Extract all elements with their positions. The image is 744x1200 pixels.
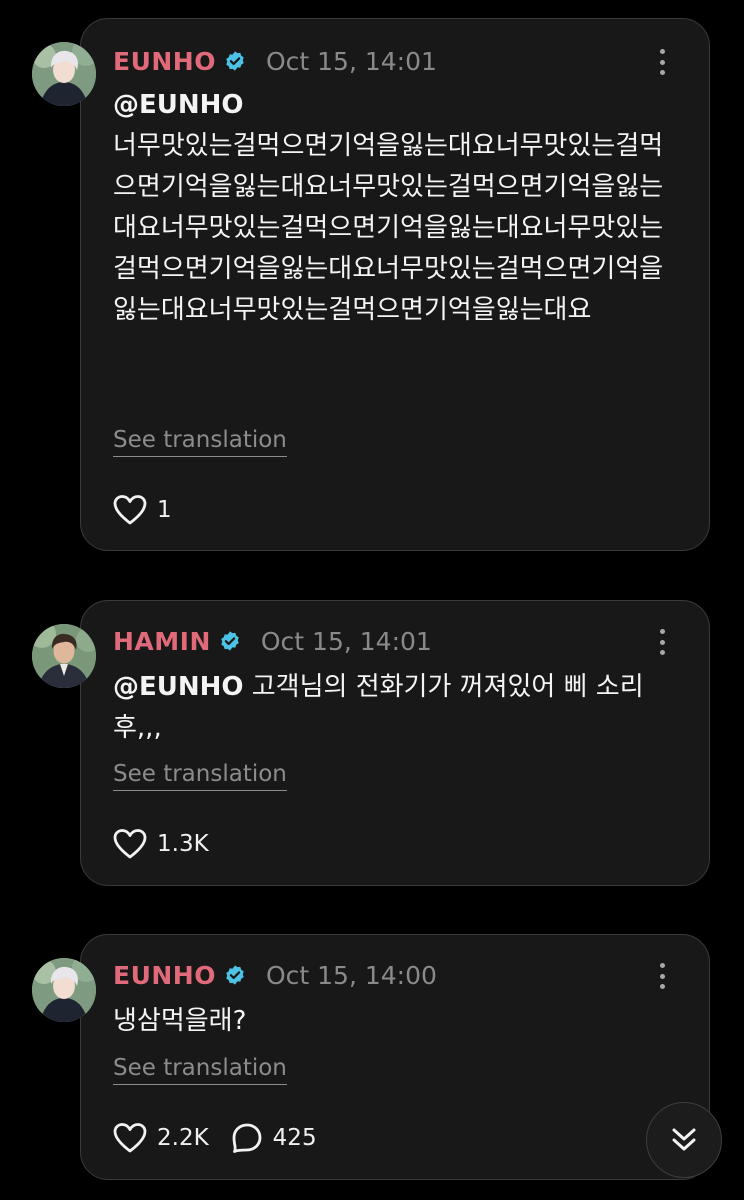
- more-options-button[interactable]: [647, 959, 677, 993]
- more-vertical-icon: [659, 629, 665, 634]
- post-actions: 1: [113, 493, 194, 527]
- post-header: HAMIN Oct 15, 14:01: [113, 623, 677, 659]
- author-name[interactable]: EUNHO: [113, 961, 216, 990]
- post-header: EUNHO Oct 15, 14:01: [113, 43, 677, 79]
- see-translation-link[interactable]: See translation: [113, 427, 287, 457]
- post-text: @EUNHO 고객님의 전화기가 꺼져있어 삐 소리 후,,,: [113, 667, 649, 749]
- post-actions: 2.2K 425: [113, 1121, 339, 1155]
- see-translation-link[interactable]: See translation: [113, 1055, 287, 1085]
- mention-link[interactable]: @EUNHO: [113, 90, 244, 120]
- more-options-button[interactable]: [647, 625, 677, 659]
- like-count: 1.3K: [157, 831, 209, 857]
- verified-badge-icon: [219, 630, 241, 652]
- double-chevron-down-icon: [672, 1128, 696, 1151]
- avatar[interactable]: [32, 42, 96, 106]
- heart-icon: [113, 1123, 147, 1153]
- more-vertical-icon: [659, 49, 665, 54]
- more-options-button[interactable]: [647, 45, 677, 79]
- mention-link[interactable]: @EUNHO: [113, 672, 244, 702]
- post-body: 너무맛있는걸먹으면기억을잃는대요너무맛있는걸먹으면기억을잃는대요너무맛있는걸먹으…: [113, 131, 664, 325]
- post-text: 냉삼먹을래?: [113, 1001, 679, 1042]
- avatar[interactable]: [32, 958, 96, 1022]
- heart-icon: [113, 495, 147, 525]
- post-card[interactable]: HAMIN Oct 15, 14:01 @EUNHO 고객님의 전화기가 꺼져있…: [80, 600, 710, 886]
- like-button[interactable]: 1.3K: [113, 828, 209, 860]
- scroll-to-bottom-button[interactable]: [646, 1102, 722, 1178]
- post-card[interactable]: EUNHO Oct 15, 14:00 냉삼먹을래? See translati…: [80, 934, 710, 1180]
- author-name[interactable]: EUNHO: [113, 47, 216, 76]
- post-actions: 1.3K: [113, 827, 231, 861]
- avatar[interactable]: [32, 624, 96, 688]
- like-count: 1: [157, 497, 172, 523]
- more-vertical-icon: [659, 963, 665, 968]
- post-body: 냉삼먹을래?: [113, 1006, 247, 1036]
- see-translation-link[interactable]: See translation: [113, 761, 287, 791]
- reply-button[interactable]: 425: [231, 1122, 317, 1154]
- reply-bubble-icon: [232, 1123, 262, 1153]
- like-count: 2.2K: [157, 1125, 209, 1151]
- post-header: EUNHO Oct 15, 14:00: [113, 957, 677, 993]
- heart-icon: [113, 829, 147, 859]
- like-button[interactable]: 2.2K: [113, 1122, 209, 1154]
- post-timestamp: Oct 15, 14:01: [265, 46, 437, 76]
- post-timestamp: Oct 15, 14:01: [260, 626, 432, 656]
- reply-count: 425: [272, 1125, 317, 1151]
- post-card[interactable]: EUNHO Oct 15, 14:01 @EUNHO 너무맛있는걸먹으면기억을잃…: [80, 18, 710, 551]
- verified-badge-icon: [224, 964, 246, 986]
- post-text: @EUNHO 너무맛있는걸먹으면기억을잃는대요너무맛있는걸먹으면기억을잃는대요너…: [113, 85, 679, 331]
- author-name[interactable]: HAMIN: [113, 627, 211, 656]
- post-timestamp: Oct 15, 14:00: [265, 960, 437, 990]
- verified-badge-icon: [224, 50, 246, 72]
- like-button[interactable]: 1: [113, 494, 172, 526]
